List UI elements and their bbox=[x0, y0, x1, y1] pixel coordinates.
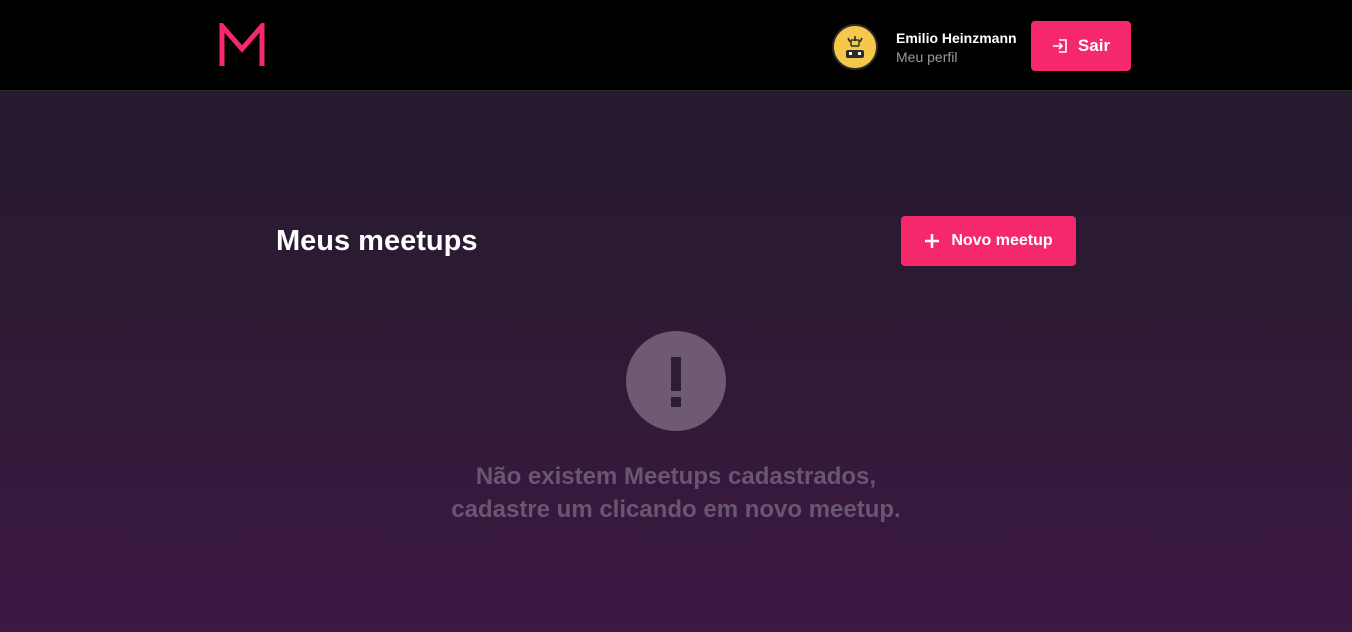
page-title: Meus meetups bbox=[276, 225, 478, 257]
user-profile[interactable]: Emilio Heinzmann Meu perfil bbox=[832, 24, 1017, 70]
exclamation-icon bbox=[626, 331, 726, 431]
avatar[interactable] bbox=[832, 24, 878, 70]
new-meetup-button[interactable]: Novo meetup bbox=[901, 216, 1076, 266]
logout-icon bbox=[1052, 39, 1067, 53]
my-profile-link[interactable]: Meu perfil bbox=[896, 48, 1017, 66]
empty-state-line-2: cadastre um clicando em novo meetup. bbox=[451, 496, 901, 523]
avatar-face-icon bbox=[834, 26, 876, 68]
top-bar: Emilio Heinzmann Meu perfil Sair bbox=[0, 0, 1352, 91]
plus-icon bbox=[925, 234, 940, 248]
user-name: Emilio Heinzmann bbox=[896, 29, 1017, 46]
logout-label: Sair bbox=[1077, 36, 1111, 55]
logout-button[interactable]: Sair bbox=[1031, 21, 1131, 71]
empty-state-line-1: Não existem Meetups cadastrados, bbox=[475, 463, 877, 490]
empty-state-message: Não existem Meetups cadastrados, cadastr… bbox=[326, 460, 1026, 526]
new-meetup-label: Novo meetup bbox=[951, 232, 1053, 249]
meetapp-logo[interactable] bbox=[219, 23, 265, 68]
